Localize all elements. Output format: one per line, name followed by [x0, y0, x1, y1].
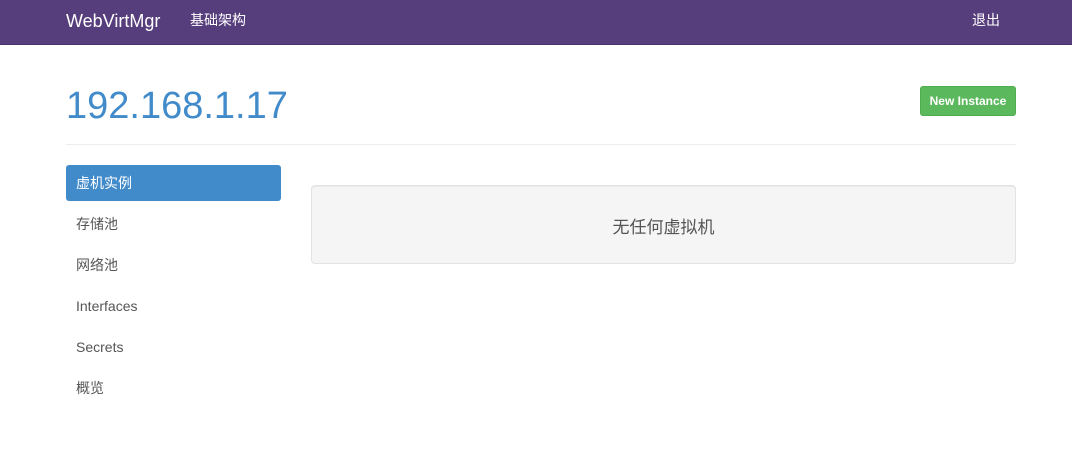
sidebar-item-interfaces[interactable]: Interfaces	[66, 288, 281, 324]
top-navbar: WebVirtMgr 基础架构 退出	[0, 0, 1072, 45]
nav-logout-link[interactable]: 退出	[972, 0, 1000, 45]
sidebar-item-storage[interactable]: 存储池	[66, 206, 281, 242]
header-divider	[66, 144, 1016, 145]
brand-link[interactable]: WebVirtMgr	[66, 0, 160, 45]
sidebar-item-networks[interactable]: 网络池	[66, 247, 281, 283]
sidebar-nav: 虚机实例 存储池 网络池 Interfaces Secrets 概览	[66, 165, 281, 411]
empty-state-message: 无任何虚拟机	[612, 218, 715, 237]
sidebar-item-instances[interactable]: 虚机实例	[66, 165, 281, 201]
nav-infrastructure-link[interactable]: 基础架构	[190, 0, 246, 45]
new-instance-button[interactable]: New Instance	[920, 86, 1016, 116]
sidebar-item-secrets[interactable]: Secrets	[66, 329, 281, 365]
page-title: 192.168.1.17	[66, 85, 288, 127]
empty-state-panel: 无任何虚拟机	[311, 185, 1016, 264]
sidebar-item-overview[interactable]: 概览	[66, 370, 281, 406]
